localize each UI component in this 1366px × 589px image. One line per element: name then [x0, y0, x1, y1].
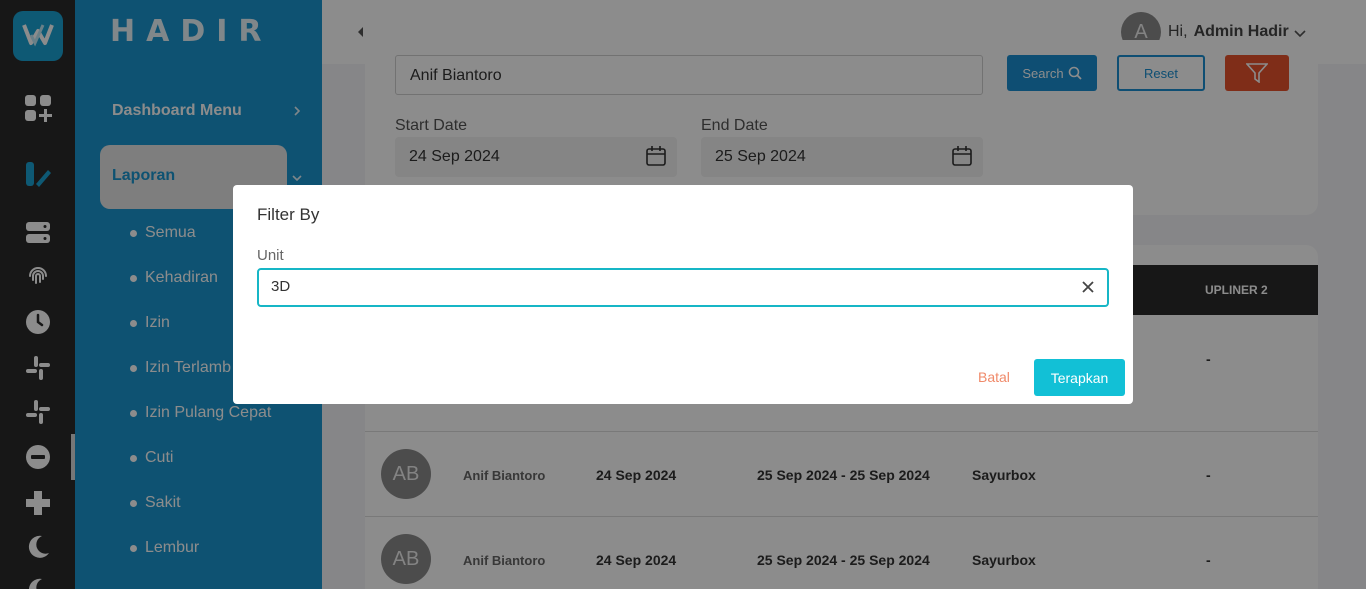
filter-dialog: Filter By Unit Batal Terapkan — [233, 185, 1133, 404]
dialog-title: Filter By — [257, 205, 320, 224]
clear-icon[interactable] — [1081, 280, 1095, 299]
cancel-button[interactable]: Batal — [978, 369, 1010, 385]
unit-label: Unit — [257, 247, 284, 264]
apply-button[interactable]: Terapkan — [1034, 359, 1125, 396]
unit-input[interactable] — [271, 278, 1051, 295]
unit-field[interactable] — [257, 268, 1109, 307]
